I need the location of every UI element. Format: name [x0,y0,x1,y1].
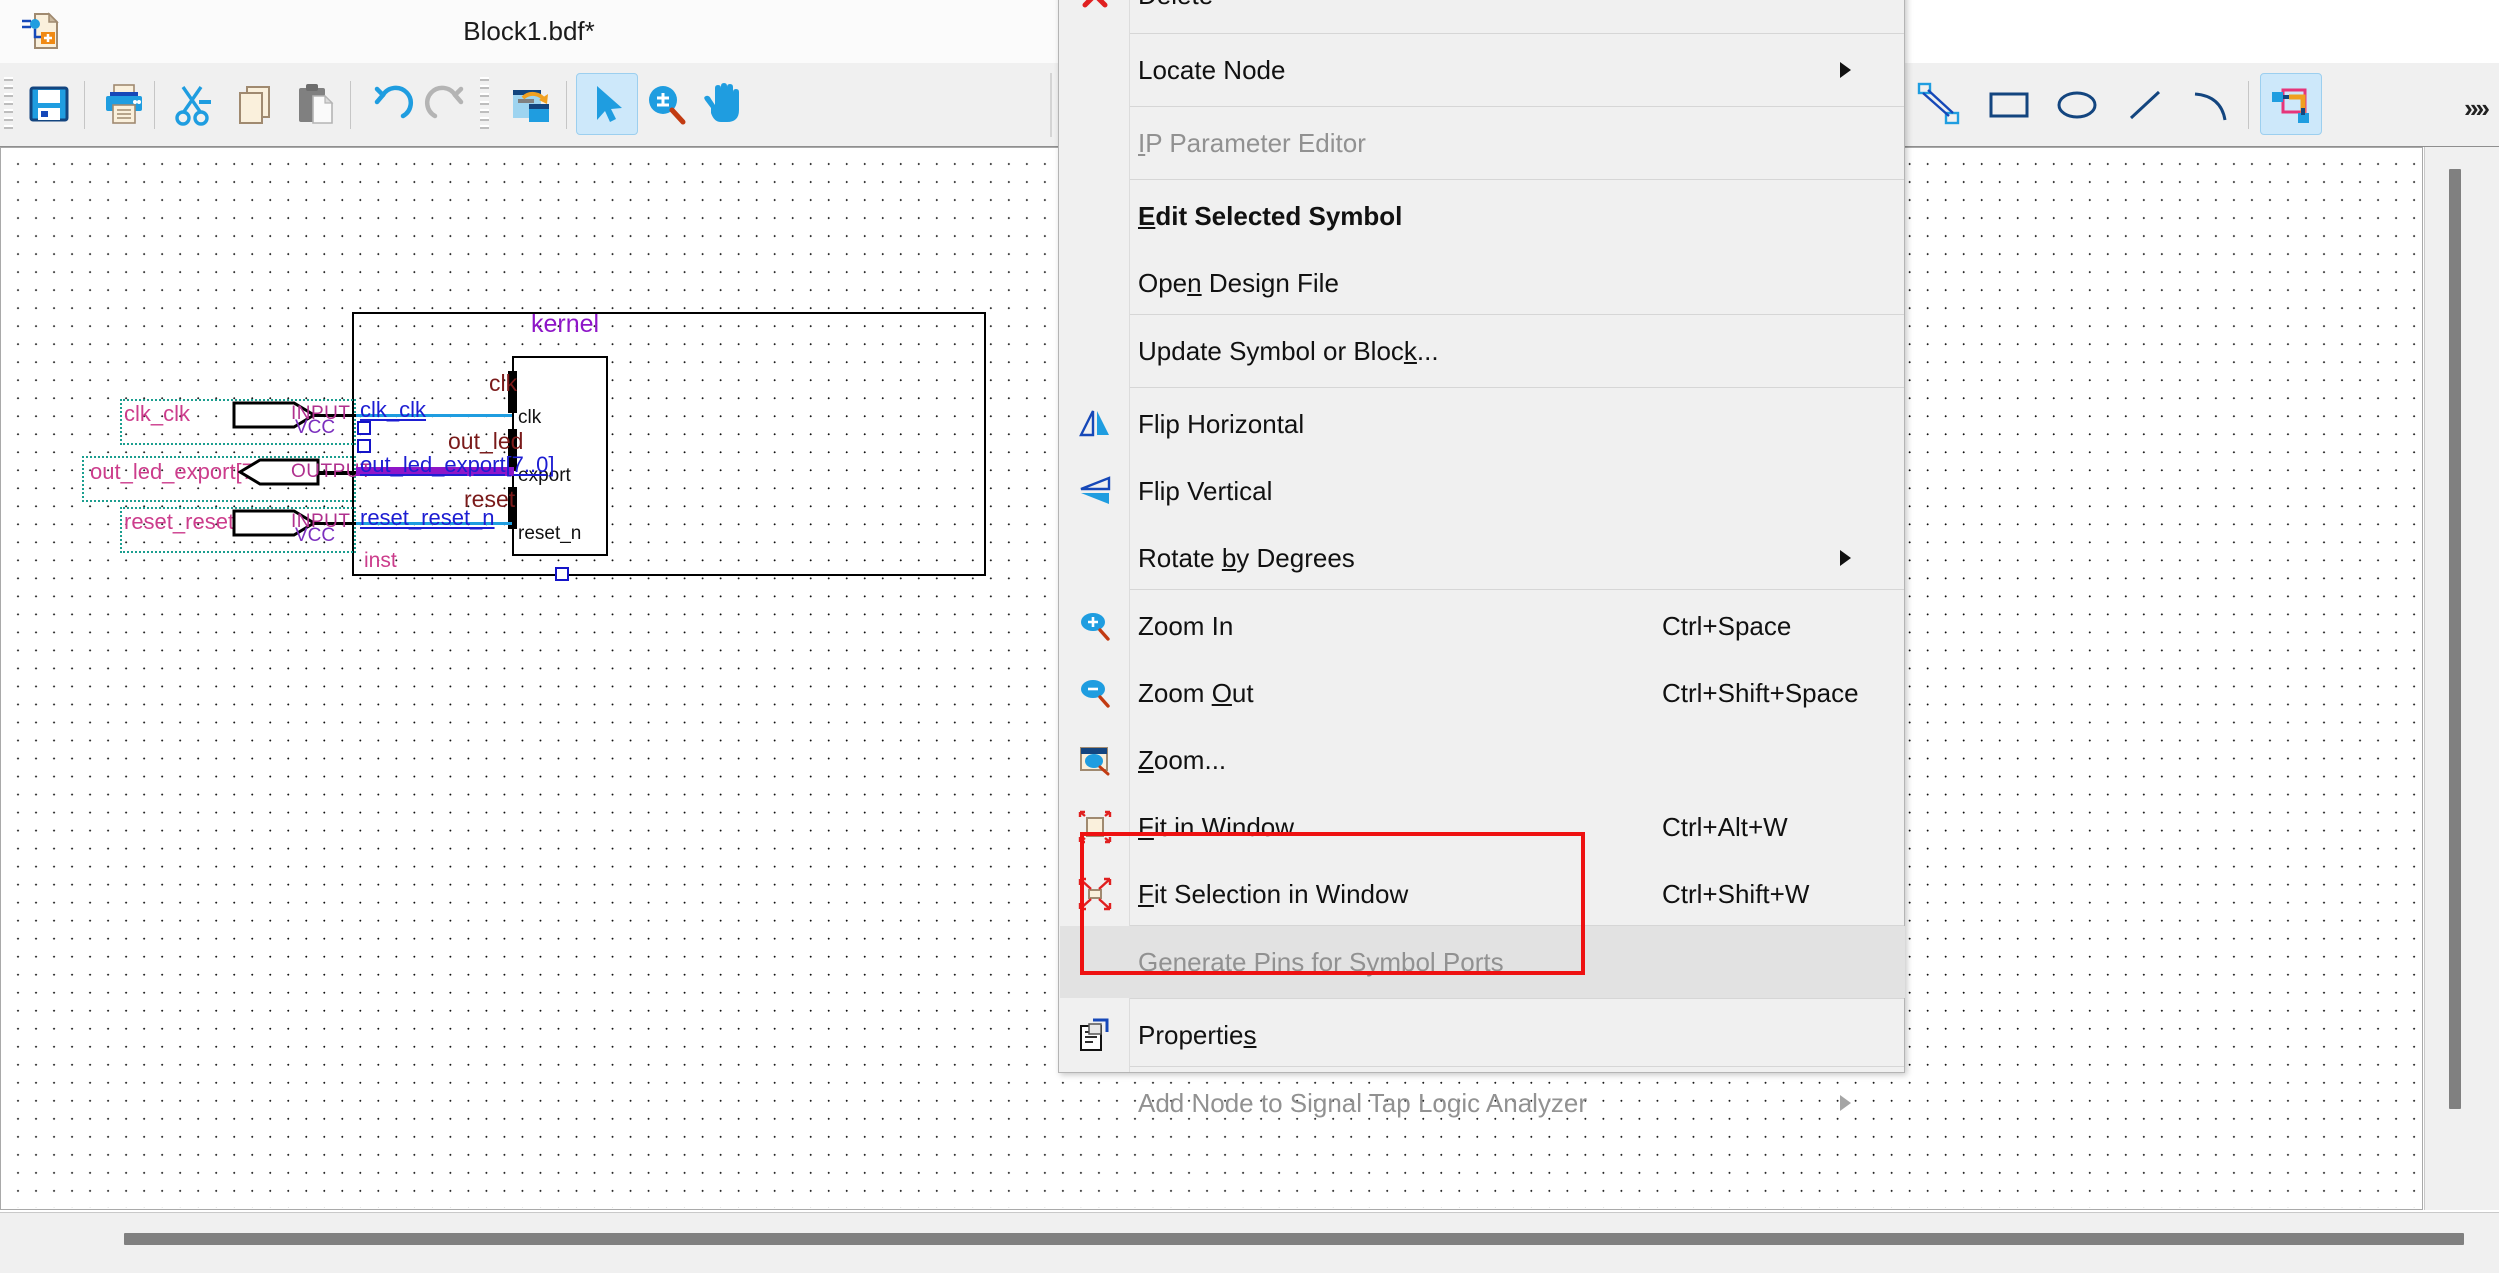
menu-item-label: Locate Node [1138,54,1286,85]
print-button[interactable] [93,73,155,135]
menu-item-accelerator: Ctrl+Space [1662,610,1792,641]
pin-default-label-vcc: VCC [295,417,336,438]
fit-in-window-icon [1070,804,1120,850]
net-label-out-led: out_led [448,428,524,454]
hand-tool-button[interactable] [692,73,754,135]
rectangle-tool-button[interactable] [1978,73,2040,135]
menu-item-zoom-in[interactable]: Zoom In Ctrl+Space [1060,590,1905,662]
toolbar-separator [154,81,155,129]
selection-handle[interactable] [357,421,371,435]
net-name-label-out-led-export: out_led_export[7..0] [360,452,555,477]
pin-default-label-vcc: VCC [295,525,336,546]
cut-button[interactable] [162,73,224,135]
menu-item-label: Zoom... [1138,744,1227,775]
horizontal-scrollbar-thumb[interactable] [124,1233,2464,1245]
copy-button[interactable] [224,73,286,135]
zoom-out-icon [1070,670,1120,716]
menu-item-label: Properties [1138,1019,1257,1050]
menu-item-add-node-to-signal-tap[interactable]: Add Node to Signal Tap Logic Analyzer [1060,1067,1905,1139]
menu-item-label: Generate Pins for Symbol Ports [1138,946,1504,977]
flip-horizontal-icon [1070,401,1120,447]
menu-item-ip-parameter-editor[interactable]: IP Parameter Editor [1060,107,1905,179]
arc-tool-button[interactable] [2180,73,2242,135]
flip-vertical-icon [1070,468,1120,514]
redo-button[interactable] [416,73,478,135]
menu-item-rotate-by-degrees[interactable]: Rotate by Degrees [1060,522,1905,594]
menu-item-label: Delete [1138,0,1213,11]
menu-item-label: Fit Selection in Window [1138,878,1409,909]
net-name-label-reset-reset-n: reset_reset_n [360,505,495,530]
toolbar-grip[interactable] [480,77,489,133]
menu-item-label: Flip Horizontal [1138,408,1305,439]
horizontal-scrollbar[interactable] [0,1212,2499,1273]
line-tool-button[interactable] [2114,73,2176,135]
menu-item-label: Zoom In [1138,610,1234,641]
paste-button[interactable] [284,73,346,135]
chevron-right-icon [1840,1095,1851,1111]
select-tool-button[interactable] [576,73,638,135]
menu-item-label: Rotate by Degrees [1138,542,1355,573]
menu-item-update-symbol-or-block[interactable]: Update Symbol or Block... [1060,315,1905,387]
zoom-tool-button[interactable] [634,73,696,135]
toolbar-divider [1050,73,1052,137]
symbol-port-label-clk: clk [518,407,542,428]
menu-item-open-design-file[interactable]: Open Design File [1060,247,1905,319]
menu-item-generate-pins-for-symbol-ports[interactable]: Generate Pins for Symbol Ports [1060,926,1905,998]
vertical-scrollbar-thumb[interactable] [2449,169,2461,1109]
menu-item-fit-selection-in-window[interactable]: Fit Selection in Window Ctrl+Shift+W [1060,858,1905,930]
chevron-right-icon [1840,62,1851,78]
save-button[interactable] [18,73,80,135]
net-label-clk: clk [489,370,518,396]
fit-selection-icon [1070,871,1120,917]
menu-item-accelerator: Ctrl+Shift+W [1662,878,1810,909]
undo-button[interactable] [360,73,422,135]
page-title: Block1.bdf* [463,16,595,46]
toolbar-separator [566,81,567,129]
symbol-port-label-reset-n: reset_n [518,523,582,544]
properties-icon [1070,1012,1120,1058]
zoom-dialog-icon [1070,737,1120,783]
menu-item-label: Open Design File [1138,267,1339,298]
find-replace-button[interactable] [500,73,562,135]
net-name-label-clk-clk: clk_clk [360,397,427,422]
vertical-scrollbar[interactable] [2424,147,2499,1210]
rubberbanding-button[interactable] [2260,73,2322,135]
block-name-label: kernel [531,310,600,338]
chevron-right-icon [1840,550,1851,566]
menu-item-zoom-dialog[interactable]: Zoom... [1060,724,1905,796]
menu-item-accelerator: Ctrl+Shift+Space [1662,677,1859,708]
menu-item-edit-selected-symbol[interactable]: Edit Selected Symbol [1060,180,1905,252]
pin-name-label-clk-clk: clk_clk [124,401,191,426]
symbol-context-menu[interactable]: Delete Locate Node IP Parameter Editor E… [1058,0,1905,1118]
toolbar-overflow-button[interactable]: »» [2464,93,2490,124]
menu-item-label: Update Symbol or Block... [1138,335,1439,366]
menu-item-label: Add Node to Signal Tap Logic Analyzer [1138,1087,1588,1118]
toolbar-separator [350,81,351,129]
toolbar-separator [84,81,85,129]
menu-item-flip-vertical[interactable]: Flip Vertical [1060,455,1905,527]
menu-item-zoom-out[interactable]: Zoom Out Ctrl+Shift+Space [1060,657,1905,729]
menu-item-locate-node[interactable]: Locate Node [1060,34,1905,106]
menu-item-delete[interactable]: Delete [1060,0,1905,31]
zoom-in-icon [1070,603,1120,649]
window-title-bar: Block1.bdf* [0,0,1058,64]
ellipse-tool-button[interactable] [2046,73,2108,135]
menu-item-fit-in-window[interactable]: Fit in Window Ctrl+Alt+W [1060,791,1905,863]
menu-item-flip-horizontal[interactable]: Flip Horizontal [1060,388,1905,460]
delete-x-icon [1070,0,1120,18]
toolbar-grip[interactable] [4,77,13,133]
menu-item-label: IP Parameter Editor [1138,127,1366,158]
menu-item-accelerator: Ctrl+Alt+W [1662,811,1788,842]
menu-item-label: Fit in Window [1138,811,1295,842]
selection-handle[interactable] [555,567,569,581]
toolbar-separator [2248,81,2249,129]
menu-item-properties[interactable]: Properties [1060,999,1905,1071]
menu-item-label: Flip Vertical [1138,475,1273,506]
selection-handle[interactable] [357,439,371,453]
menu-item-label: Zoom Out [1138,677,1254,708]
menu-item-label: Edit Selected Symbol [1138,200,1403,231]
instance-name-label: inst [364,549,397,572]
orthogonal-node-tool-button[interactable] [1908,73,1970,135]
